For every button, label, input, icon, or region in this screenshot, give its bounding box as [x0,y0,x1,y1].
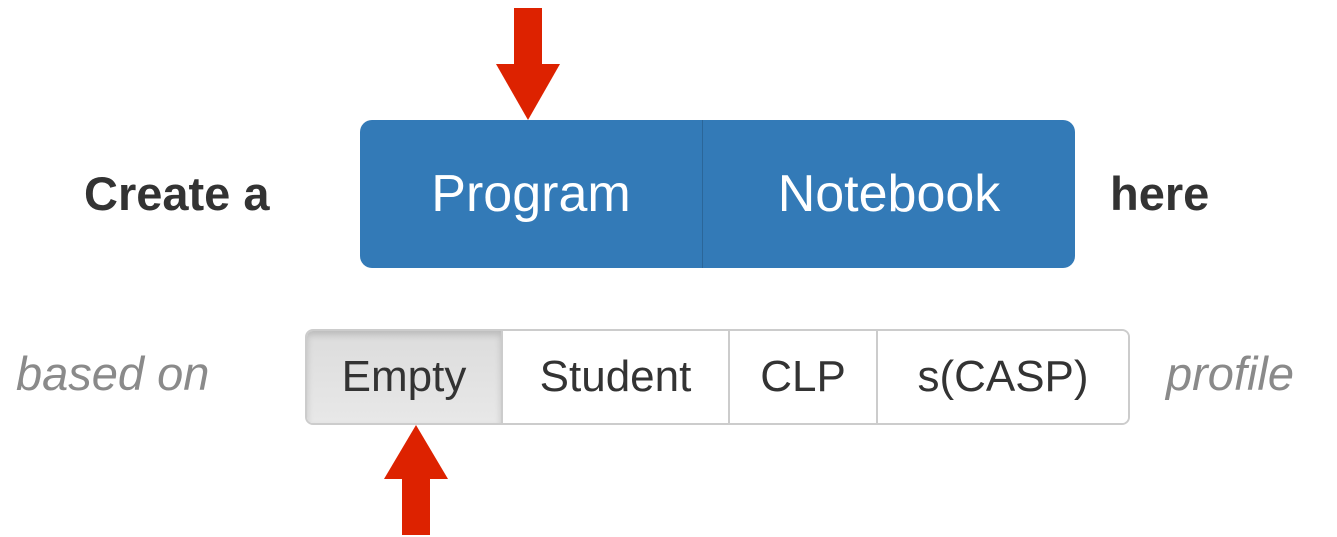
profile-empty-button[interactable]: Empty [307,331,503,423]
arrow-down-icon [496,8,560,120]
based-on-label: based on [16,347,210,400]
profile-button-group: Empty Student CLP s(CASP) [305,329,1130,425]
arrow-up-icon [384,425,448,535]
here-label: here [1110,167,1210,220]
program-button[interactable]: Program [360,120,703,268]
notebook-button[interactable]: Notebook [703,120,1075,268]
profile-label: profile [1166,347,1295,400]
profile-student-button[interactable]: Student [503,331,730,423]
create-label: Create a [84,167,270,220]
profile-clp-button[interactable]: CLP [730,331,878,423]
profile-scasp-button[interactable]: s(CASP) [878,331,1128,423]
create-type-button-group: Program Notebook [360,120,1075,268]
create-program-panel: Create a Program Notebook here based on … [0,0,1337,537]
